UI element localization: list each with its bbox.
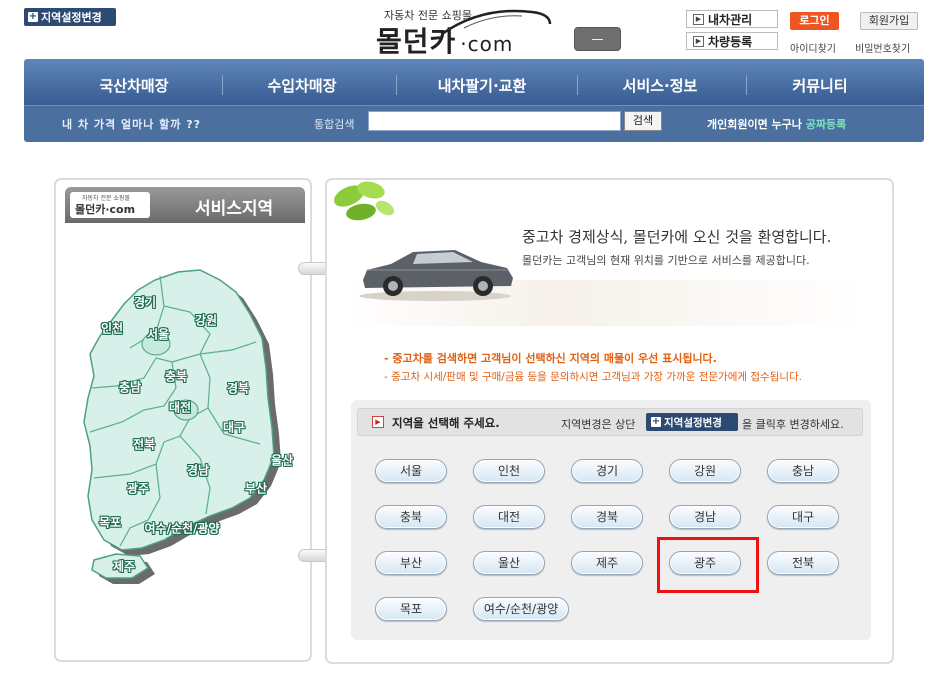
map-region-jeju[interactable]: 제주 — [113, 558, 135, 575]
nav-service-info[interactable]: 서비스·정보 — [623, 75, 698, 96]
region-select-header-bar: ▶ 지역을 선택해 주세요. 지역변경은 상단 + 지역설정변경 을 클릭후 변… — [357, 408, 863, 436]
my-car-label: 내차관리 — [708, 12, 753, 27]
nav-imported-cars[interactable]: 수입차매장 — [267, 75, 336, 96]
arrow-right-icon: ▶ — [372, 416, 384, 428]
my-car-menu[interactable]: ▶ 내차관리 — [686, 10, 778, 28]
region-hint-before: 지역변경은 상단 — [561, 418, 636, 431]
nav-divider — [746, 75, 747, 95]
region-button-gyeongbuk[interactable]: 경북 — [571, 505, 643, 529]
map-region-gangwon[interactable]: 강원 — [195, 312, 217, 329]
nav-divider — [222, 75, 223, 95]
map-region-busan[interactable]: 부산 — [245, 480, 267, 497]
find-id-link[interactable]: 아이디찾기 — [790, 40, 836, 55]
welcome-subtitle: 몰던카는 고객님의 현재 위치를 기반으로 서비스를 제공합니다. — [522, 254, 810, 267]
map-region-mokpo[interactable]: 목포 — [99, 514, 121, 531]
region-button-jeju[interactable]: 제주 — [571, 551, 643, 575]
notice-expert-connect: - 중고차 시세/판매 및 구매/금융 등을 문의하시면 고객님과 가장 가까운… — [384, 371, 802, 383]
map-region-gyeonggi[interactable]: 경기 — [134, 294, 156, 311]
map-region-daegu[interactable]: 대구 — [223, 419, 245, 436]
map-region-gyeongnam[interactable]: 경남 — [187, 462, 209, 479]
find-password-link[interactable]: 비밀번호찾기 — [855, 40, 910, 55]
main-navigation: 국산차매장 수입차매장 내차팔기·교환 서비스·정보 커뮤니티 내 차 가격 얼… — [24, 59, 924, 142]
region-select-header: ▶ 지역을 선택해 주세요. 지역변경은 상단 + 지역설정변경 을 클릭후 변… — [351, 400, 871, 444]
car-image — [359, 250, 513, 301]
plus-icon: + — [651, 416, 661, 427]
map-region-chungbuk[interactable]: 충북 — [165, 368, 187, 385]
logo-suffix: ·com — [460, 32, 514, 56]
region-button-gangwon[interactable]: 강원 — [669, 459, 741, 483]
region-settings-button[interactable]: + 지역설정변경 — [24, 8, 116, 26]
arrow-right-icon: ▶ — [693, 13, 704, 25]
car-register-label: 차량등록 — [708, 34, 753, 49]
region-button-mokpo[interactable]: 목포 — [375, 597, 447, 621]
plus-icon: + — [28, 11, 38, 22]
arrow-right-icon: ▶ — [693, 35, 704, 47]
free-register-promo[interactable]: 개인회원이면 누구나 공짜등록 — [707, 116, 846, 132]
korea-region-map: 경기 인천 서울 강원 충남 충북 대전 경북 대구 전북 울산 경남 광주 부… — [60, 258, 310, 588]
search-button[interactable]: 검색 — [624, 111, 662, 131]
korea-map-shape — [83, 269, 281, 584]
login-button[interactable]: 로그인 — [790, 12, 839, 30]
region-button-busan[interactable]: 부산 — [375, 551, 447, 575]
service-area-title: 서비스지역 — [195, 199, 274, 219]
region-button-daegu[interactable]: 대구 — [767, 505, 839, 529]
region-button-jeonbuk[interactable]: 전북 — [767, 551, 839, 575]
region-button-chungbuk[interactable]: 충북 — [375, 505, 447, 529]
join-button[interactable]: 회원가입 — [860, 12, 918, 30]
map-region-seoul[interactable]: 서울 — [147, 326, 169, 343]
region-button-daejeon[interactable]: 대전 — [473, 505, 545, 529]
notice-search-priority: - 중고차를 검색하면 고객님이 선택하신 지역의 매물이 우선 표시됩니다. — [384, 352, 717, 365]
service-area-header: 자동차 전문 쇼핑몰 몰던카·com 서비스지역 — [65, 187, 305, 223]
map-region-gyeongbuk[interactable]: 경북 — [227, 380, 249, 397]
service-logo-name: 몰던카·com — [75, 203, 136, 216]
search-input[interactable] — [368, 111, 621, 131]
region-button-chungnam[interactable]: 충남 — [767, 459, 839, 483]
region-button-incheon[interactable]: 인천 — [473, 459, 545, 483]
price-promo-link[interactable]: 내 차 가격 얼마나 할까 ?? — [62, 116, 201, 132]
nav-community[interactable]: 커뮤니티 — [792, 75, 847, 96]
region-button-yeosu-suncheon-gwangyang[interactable]: 여수/순천/광양 — [473, 597, 569, 621]
promo-highlight: 공짜등록 — [805, 118, 847, 131]
region-button-gyeonggi[interactable]: 경기 — [571, 459, 643, 483]
service-logo: 자동차 전문 쇼핑몰 몰던카·com — [70, 192, 150, 218]
region-button-seoul[interactable]: 서울 — [375, 459, 447, 483]
region-settings-label: 지역설정변경 — [41, 11, 102, 24]
promo-right-text: 개인회원이면 누구나 — [707, 118, 802, 131]
nav-divider — [577, 75, 578, 95]
leaf-decoration-icon — [334, 181, 395, 221]
map-region-incheon[interactable]: 인천 — [101, 320, 123, 337]
car-register-menu[interactable]: ▶ 차량등록 — [686, 32, 778, 50]
region-button-ulsan[interactable]: 울산 — [473, 551, 545, 575]
welcome-title: 중고차 경제상식, 몰던카에 오신 것을 환영합니다. — [522, 228, 832, 246]
nav-sell-trade[interactable]: 내차팔기·교환 — [438, 75, 527, 96]
search-label: 통합검색 — [314, 118, 355, 131]
logo-name: 몰던카 ·com — [376, 25, 514, 58]
selected-region-highlight — [657, 537, 759, 593]
region-settings-badge: + 지역설정변경 — [646, 413, 738, 431]
region-hint-after: 을 클릭후 변경하세요. — [742, 418, 844, 431]
map-region-daejeon[interactable]: 대전 — [169, 399, 191, 416]
search-bar: 내 차 가격 얼마나 할까 ?? 통합검색 검색 개인회원이면 누구나 공짜등록 — [24, 105, 924, 142]
region-settings-badge-label: 지역설정변경 — [664, 416, 722, 429]
map-region-jeonbuk[interactable]: 전북 — [133, 436, 155, 453]
nav-divider — [396, 75, 397, 95]
map-region-yeosu-suncheon-gwangyang[interactable]: 여수/순천/광양 — [144, 520, 219, 537]
region-button-gyeongnam[interactable]: 경남 — [669, 505, 741, 529]
site-logo[interactable]: 자동차 전문 쇼핑몰 몰던카 ·com — [372, 4, 572, 58]
nav-domestic-cars[interactable]: 국산차매장 — [99, 75, 168, 96]
region-select-panel: 중고차 경제상식, 몰던카에 오신 것을 환영합니다. 몰던카는 고객님의 현재… — [325, 178, 894, 664]
map-region-chungnam[interactable]: 충남 — [119, 379, 141, 396]
map-region-gwangju[interactable]: 광주 — [127, 480, 149, 497]
map-region-ulsan[interactable]: 울산 — [271, 452, 293, 469]
region-select-title: 지역을 선택해 주세요. — [392, 416, 500, 430]
logo-side-button[interactable]: — — [574, 27, 621, 51]
